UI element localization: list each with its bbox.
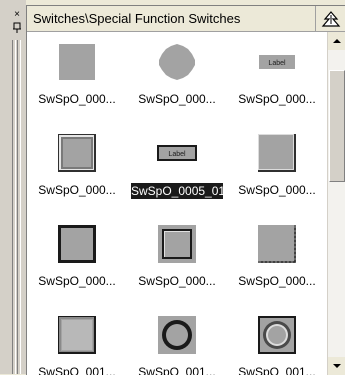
item-caption: SwSpO_000... — [238, 274, 316, 288]
item-caption: SwSpO_000... — [38, 92, 116, 106]
title-separator — [315, 6, 316, 31]
bevel-round-switch-icon — [227, 310, 327, 360]
library-icon — [321, 10, 341, 27]
scroll-up-button[interactable] — [328, 32, 345, 50]
dock-grip-line — [17, 40, 21, 374]
thumb-label: Label — [268, 60, 286, 67]
dock-grip-line — [12, 40, 16, 374]
arrow-up-icon — [333, 39, 341, 43]
switch-grid: SwSpO_000... SwSpO_000... Label SwSpO_00… — [27, 32, 327, 375]
double-frame-switch-icon — [127, 219, 227, 269]
close-icon[interactable]: × — [12, 10, 22, 20]
round-jagged-switch-icon — [127, 37, 227, 87]
label-switch-framed-icon: Label — [127, 128, 227, 178]
window-title: Switches\Special Function Switches — [33, 11, 241, 26]
plain-square-switch-icon — [27, 37, 127, 87]
scroll-thumb[interactable] — [329, 70, 345, 182]
ring-round-switch-icon — [127, 310, 227, 360]
pin-icon[interactable] — [11, 22, 23, 34]
palette-window: Switches\Special Function Switches SwSpO… — [26, 5, 345, 375]
bevel-square-switch-icon — [27, 310, 127, 360]
item-caption: SwSpO_000... — [38, 274, 116, 288]
thumb-label: Label — [168, 151, 186, 158]
label-switch-icon: Label — [227, 37, 327, 87]
item-caption-selected: SwSpO_0005_01 — [131, 183, 226, 199]
item-caption: SwSpO_000... — [138, 274, 216, 288]
item-caption: SwSpO_000... — [238, 92, 316, 106]
scroll-down-button[interactable] — [328, 357, 345, 375]
item-caption: SwSpO_000... — [38, 183, 116, 197]
title-bar: Switches\Special Function Switches — [27, 6, 345, 32]
shaded-square-switch-icon — [227, 128, 327, 178]
raised-square-switch-icon — [27, 128, 127, 178]
black-frame-switch-icon — [27, 219, 127, 269]
item-caption: SwSpO_000... — [238, 183, 316, 197]
notched-square-switch-icon — [227, 219, 327, 269]
library-browse-button[interactable] — [318, 7, 344, 30]
item-caption: SwSpO_000... — [138, 92, 216, 106]
arrow-down-icon — [333, 364, 341, 368]
dock-strip: × — [0, 0, 26, 374]
vertical-scrollbar[interactable] — [327, 32, 345, 375]
